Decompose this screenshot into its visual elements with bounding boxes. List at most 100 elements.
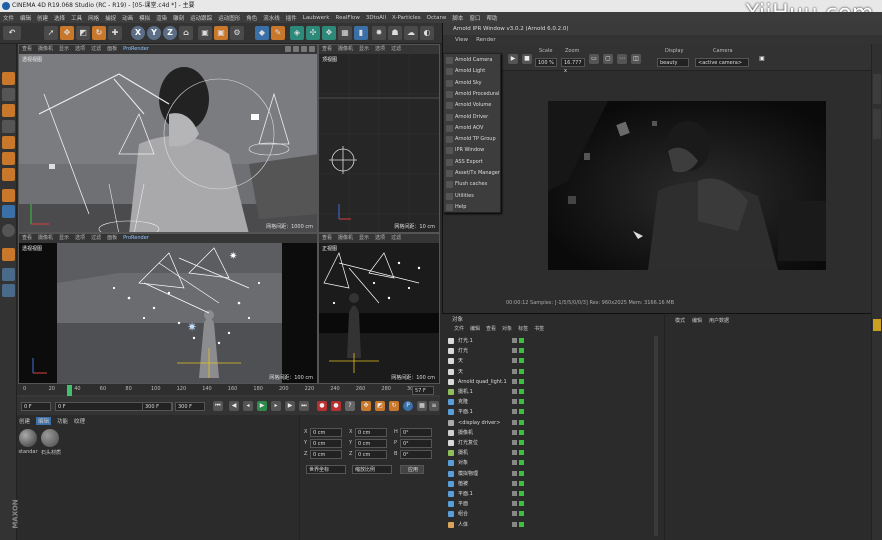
coord-mode-select[interactable]: 世界坐标 — [306, 465, 346, 474]
object-tab[interactable]: 对象 — [452, 315, 463, 323]
object-visibility-toggles[interactable] — [512, 348, 524, 354]
object-visibility-toggles[interactable] — [512, 429, 524, 435]
vp-menu-filter[interactable]: 过滤 — [391, 45, 401, 54]
deformer-icon[interactable]: ❖ — [322, 26, 336, 40]
scale-field[interactable]: 100 % — [535, 58, 557, 67]
arnold-menu-item[interactable]: Flush caches — [444, 179, 502, 190]
visibility-dot-icon[interactable] — [519, 409, 524, 415]
object-row[interactable]: <display driver> — [444, 418, 659, 428]
object-visibility-toggles[interactable] — [512, 460, 524, 466]
visibility-dot-icon[interactable] — [512, 450, 517, 456]
move-icon[interactable]: ✥ — [60, 26, 74, 40]
start-frame-field[interactable]: 0 F — [21, 402, 51, 411]
visibility-dot-icon[interactable] — [519, 521, 524, 527]
prev-key-icon[interactable]: ◀ — [229, 401, 239, 411]
texture-mode-icon[interactable] — [2, 104, 15, 117]
subdivision-icon[interactable]: ◈ — [290, 26, 304, 40]
object-visibility-toggles[interactable] — [512, 480, 524, 486]
render-settings-icon[interactable]: ⚙ — [230, 26, 244, 40]
object-row[interactable]: 克隆 — [444, 397, 659, 407]
mat-menu-texture[interactable]: 纹理 — [74, 417, 85, 425]
vp-menu-camera[interactable]: 摄像机 — [338, 45, 353, 54]
visibility-dot-icon[interactable] — [519, 399, 524, 405]
go-to-end-icon[interactable]: ⏭ — [299, 401, 309, 411]
object-visibility-toggles[interactable] — [512, 440, 524, 445]
arnold-light-icon[interactable]: ◐ — [420, 26, 434, 40]
attr-menu-mode[interactable]: 模式 — [675, 317, 685, 324]
menu-item[interactable]: 插件 — [286, 14, 297, 22]
menu-item[interactable]: X-Particles — [392, 15, 421, 21]
visibility-dot-icon[interactable] — [519, 378, 524, 384]
key-param-icon[interactable]: P — [403, 401, 413, 411]
x-axis-icon[interactable]: X — [131, 26, 145, 40]
sky-icon[interactable]: ☗ — [388, 26, 402, 40]
axis-mode-icon[interactable] — [2, 189, 15, 202]
visibility-dot-icon[interactable] — [512, 521, 517, 527]
cube-icon[interactable]: ◆ — [255, 26, 269, 40]
object-row[interactable]: 摄机.1 — [444, 387, 659, 397]
current-frame-field[interactable]: 57 F — [412, 386, 434, 395]
vp-menu-prorender[interactable]: ProRender — [123, 234, 149, 243]
menu-item[interactable]: 选择 — [54, 14, 65, 22]
grid-icon[interactable] — [2, 268, 15, 281]
visibility-dot-icon[interactable] — [512, 429, 517, 435]
layer-icon[interactable] — [2, 284, 15, 297]
lock-icon[interactable] — [2, 248, 15, 261]
viewport-perspective-top[interactable]: 查看 摄像机 显示 选项 过滤 面板 ProRender 透视视图 网格间距：1… — [18, 44, 318, 233]
object-row[interactable]: 摄像机 — [444, 428, 659, 438]
arnold-render-image[interactable] — [548, 101, 826, 270]
object-visibility-toggles[interactable] — [512, 368, 524, 374]
material-swatch-stone[interactable] — [41, 429, 59, 447]
visibility-dot-icon[interactable] — [519, 419, 524, 425]
object-row[interactable]: Arnold quad_light.1 — [444, 377, 659, 387]
key-pla-icon[interactable]: ▦ — [417, 401, 427, 411]
mat-menu-function[interactable]: 功能 — [57, 417, 68, 425]
arnold-menu-item[interactable]: Arnold Volume — [444, 100, 502, 111]
arnold-menu-item[interactable]: Arnold Light — [444, 66, 502, 77]
visibility-dot-icon[interactable] — [512, 501, 517, 507]
coord-value-field[interactable]: 0° — [400, 439, 432, 448]
vp-menu-options[interactable]: 选项 — [375, 45, 385, 54]
prev-frame-icon[interactable]: ◂ — [243, 401, 253, 411]
visibility-dot-icon[interactable] — [512, 368, 517, 374]
menu-item[interactable]: 网格 — [88, 14, 99, 22]
visibility-dot-icon[interactable] — [512, 389, 517, 394]
menu-item[interactable]: 工具 — [71, 14, 82, 22]
object-visibility-toggles[interactable] — [512, 470, 524, 476]
visibility-dot-icon[interactable] — [519, 348, 524, 354]
menu-item[interactable]: 帮助 — [486, 14, 497, 22]
visibility-dot-icon[interactable] — [512, 399, 517, 405]
vp-menu-camera[interactable]: 摄像机 — [338, 234, 353, 243]
viewport-front[interactable]: 查看 摄像机 显示 选项 过滤 正视图 网格间距：100 cm — [318, 233, 440, 384]
arnold-menu-item[interactable]: Arnold Camera — [444, 55, 502, 66]
arnold-menu-item[interactable]: Arnold Procedural — [444, 89, 502, 100]
object-visibility-toggles[interactable] — [512, 501, 524, 507]
vp-menu-options[interactable]: 选项 — [75, 234, 85, 243]
menu-item[interactable]: 运动跟踪 — [190, 14, 212, 22]
vp-menu-display[interactable]: 显示 — [59, 45, 69, 54]
object-visibility-toggles[interactable] — [512, 409, 524, 415]
viewport-perspective-bottom[interactable]: 查看 摄像机 显示 选项 过滤 面板 ProRender ✷ ✷ 透视视图 网格… — [18, 233, 318, 384]
object-visibility-toggles[interactable] — [512, 378, 524, 384]
visibility-dot-icon[interactable] — [519, 389, 524, 394]
object-row[interactable]: 灯光 — [444, 346, 659, 356]
object-row[interactable]: 摄机 — [444, 448, 659, 458]
object-row[interactable]: 平面.1 — [444, 489, 659, 499]
object-visibility-toggles[interactable] — [512, 450, 524, 456]
end-frame-field[interactable]: 300 F — [175, 402, 205, 411]
rotate-icon[interactable]: ↻ — [92, 26, 106, 40]
object-row[interactable]: 平面 — [444, 499, 659, 509]
menu-item[interactable]: 编辑 — [20, 14, 31, 22]
object-menu-item[interactable]: 查看 — [486, 325, 496, 332]
model-mode-icon[interactable] — [2, 88, 15, 101]
object-menu-item[interactable]: 编辑 — [470, 325, 480, 332]
arnold-menu-item[interactable]: Arnold TP Group — [444, 134, 502, 145]
key-scale-icon[interactable]: ◩ — [375, 401, 385, 411]
side-tab[interactable] — [873, 74, 881, 104]
camera-select[interactable]: <active camera> — [695, 58, 749, 67]
coordinate-system-icon[interactable]: ⌂ — [179, 26, 193, 40]
size-mode-select[interactable]: 缩放比例 — [352, 465, 392, 474]
region-icon[interactable]: ▢ — [603, 54, 613, 64]
vp-menu-view[interactable]: 查看 — [322, 234, 332, 243]
vp-menu-camera[interactable]: 摄像机 — [38, 45, 53, 54]
